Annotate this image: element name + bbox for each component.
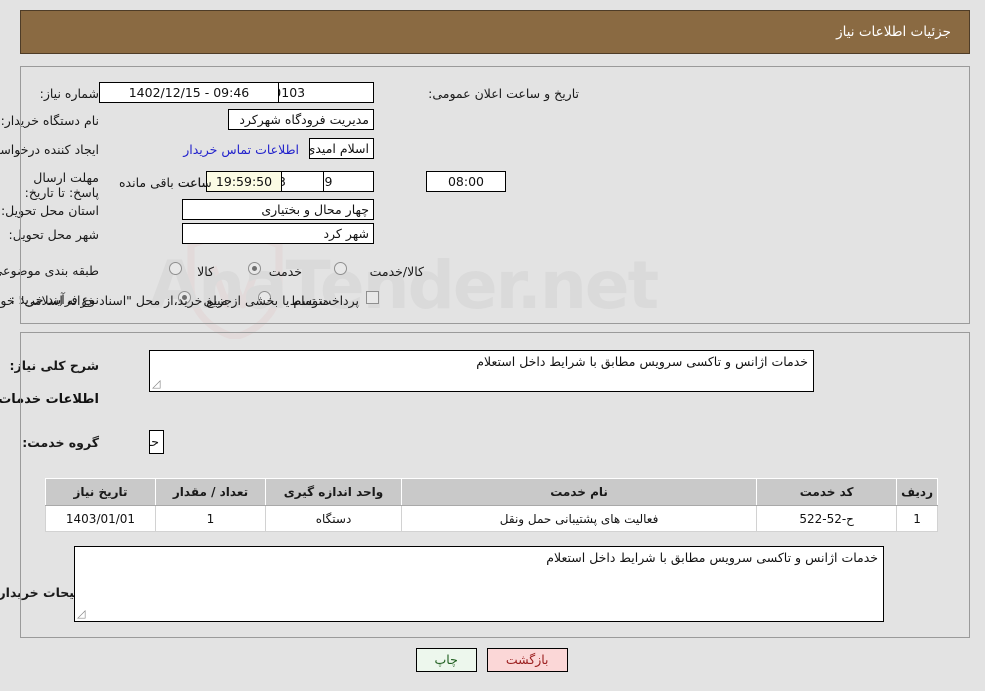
col-need-date: تاریخ نیاز — [46, 478, 157, 506]
col-row-no: ردیف — [897, 478, 939, 506]
table-header-row: ردیف کد خدمت نام خدمت واحد اندازه گیری ت… — [46, 478, 939, 506]
cell-row-no: 1 — [897, 505, 939, 532]
service-items-table: ردیف کد خدمت نام خدمت واحد اندازه گیری ت… — [46, 478, 939, 532]
col-unit: واحد اندازه گیری — [266, 478, 403, 506]
page-header: جزئیات اطلاعات نیاز — [21, 10, 971, 54]
cell-service-code: ح-52-522 — [757, 505, 899, 532]
cell-need-date: 1403/01/01 — [46, 505, 157, 532]
need-info-panel — [21, 66, 971, 324]
action-button-row: بازگشت چاپ — [0, 648, 985, 672]
page-title: جزئیات اطلاعات نیاز — [837, 24, 952, 40]
col-service-code: کد خدمت — [757, 478, 899, 506]
col-service-name: نام خدمت — [401, 478, 759, 506]
cell-service-name: فعالیت های پشتیبانی حمل ونقل — [401, 505, 759, 532]
cell-quantity: 1 — [156, 505, 267, 532]
back-button[interactable]: بازگشت — [487, 648, 569, 672]
table-row: 1 ح-52-522 فعالیت های پشتیبانی حمل ونقل … — [46, 505, 939, 532]
print-button[interactable]: چاپ — [416, 648, 478, 672]
cell-unit: دستگاه — [266, 505, 403, 532]
col-quantity: تعداد / مقدار — [156, 478, 267, 506]
